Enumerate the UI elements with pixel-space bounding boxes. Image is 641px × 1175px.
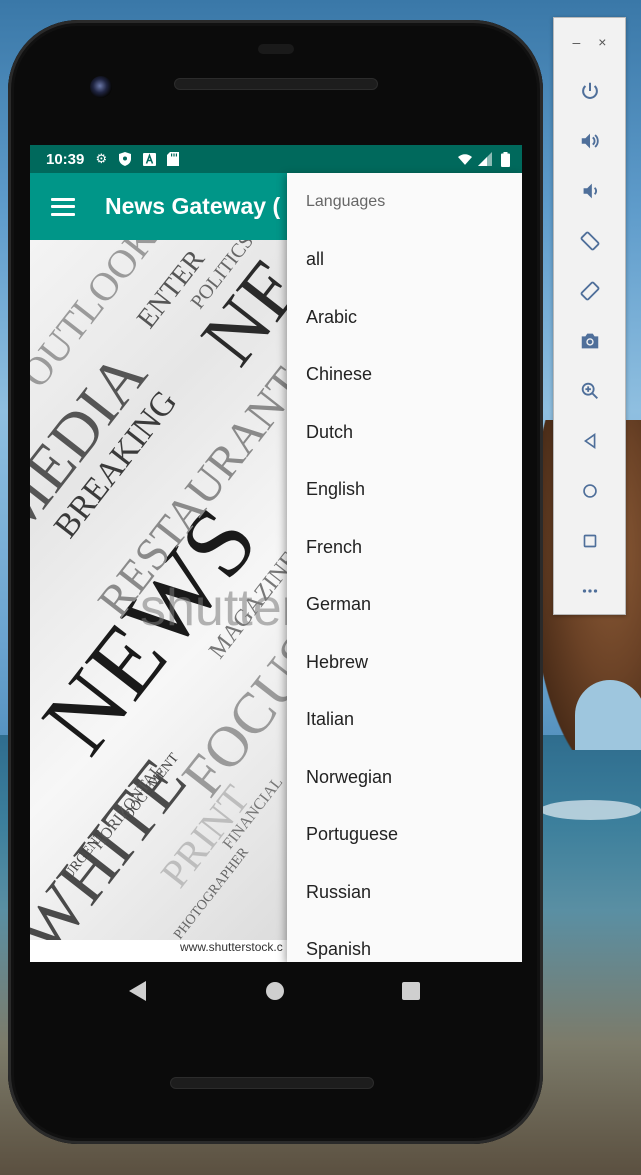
status-bar: 10:39 ⚙ <box>30 145 522 173</box>
menu-item-portuguese[interactable]: Portuguese <box>287 806 522 864</box>
camera-icon[interactable] <box>554 316 625 366</box>
rotate-left-icon[interactable] <box>554 216 625 266</box>
wallpaper-foam <box>540 800 641 820</box>
menu-item-arabic[interactable]: Arabic <box>287 289 522 347</box>
dropdown-header: Languages <box>306 193 386 210</box>
rotate-right-icon[interactable] <box>554 266 625 316</box>
image-credit: www.shutterstock.c <box>180 940 283 954</box>
collage-words: NEWS MEDIA BREAKING RESTAURANT WHITE FOC… <box>30 240 290 940</box>
status-time: 10:39 <box>46 150 85 168</box>
watermark-text: shutterst <box>140 579 290 637</box>
wifi-icon <box>458 152 472 166</box>
home-nav-icon[interactable] <box>554 466 625 516</box>
back-icon[interactable] <box>129 981 146 1001</box>
menu-item-dutch[interactable]: Dutch <box>287 404 522 462</box>
a-box-icon <box>142 152 156 166</box>
front-camera <box>90 76 112 98</box>
volume-down-icon[interactable] <box>554 166 625 216</box>
menu-item-german[interactable]: German <box>287 576 522 634</box>
emulator-toolbar: – × <box>553 17 626 615</box>
bottom-speaker <box>170 1077 374 1089</box>
android-nav-bar <box>30 962 522 1020</box>
menu-item-all[interactable]: all <box>287 231 522 289</box>
menu-item-chinese[interactable]: Chinese <box>287 346 522 404</box>
battery-icon <box>498 151 512 167</box>
home-icon[interactable] <box>266 982 284 1000</box>
power-icon[interactable] <box>554 66 625 116</box>
menu-item-spanish[interactable]: Spanish <box>287 921 522 962</box>
earpiece-speaker <box>174 78 378 90</box>
overview-icon[interactable] <box>554 516 625 566</box>
gear-icon: ⚙ <box>95 151 108 166</box>
zoom-icon[interactable] <box>554 366 625 416</box>
menu-item-russian[interactable]: Russian <box>287 864 522 922</box>
signal-icon <box>478 152 492 166</box>
close-button[interactable]: × <box>598 34 606 50</box>
sd-card-icon <box>166 152 180 166</box>
window-controls: – × <box>554 18 625 66</box>
hamburger-icon[interactable] <box>51 197 75 216</box>
minimize-button[interactable]: – <box>573 34 581 50</box>
top-slot <box>258 44 294 54</box>
more-icon[interactable] <box>554 566 625 616</box>
languages-dropdown: Languages all Arabic Chinese Dutch Engli… <box>287 173 522 962</box>
menu-item-hebrew[interactable]: Hebrew <box>287 634 522 692</box>
shield-icon <box>118 152 132 166</box>
volume-up-icon[interactable] <box>554 116 625 166</box>
menu-item-english[interactable]: English <box>287 461 522 519</box>
phone-screen: 10:39 ⚙ News Gateway (NEWS MEDIA BREAKI… <box>30 145 522 962</box>
news-collage-image: NEWS MEDIA BREAKING RESTAURANT WHITE FOC… <box>30 240 290 940</box>
app-title: News Gateway ( <box>105 193 281 219</box>
menu-item-french[interactable]: French <box>287 519 522 577</box>
wallpaper-arch <box>575 680 641 750</box>
menu-item-norwegian[interactable]: Norwegian <box>287 749 522 807</box>
menu-item-italian[interactable]: Italian <box>287 691 522 749</box>
back-nav-icon[interactable] <box>554 416 625 466</box>
recent-apps-icon[interactable] <box>402 982 420 1000</box>
